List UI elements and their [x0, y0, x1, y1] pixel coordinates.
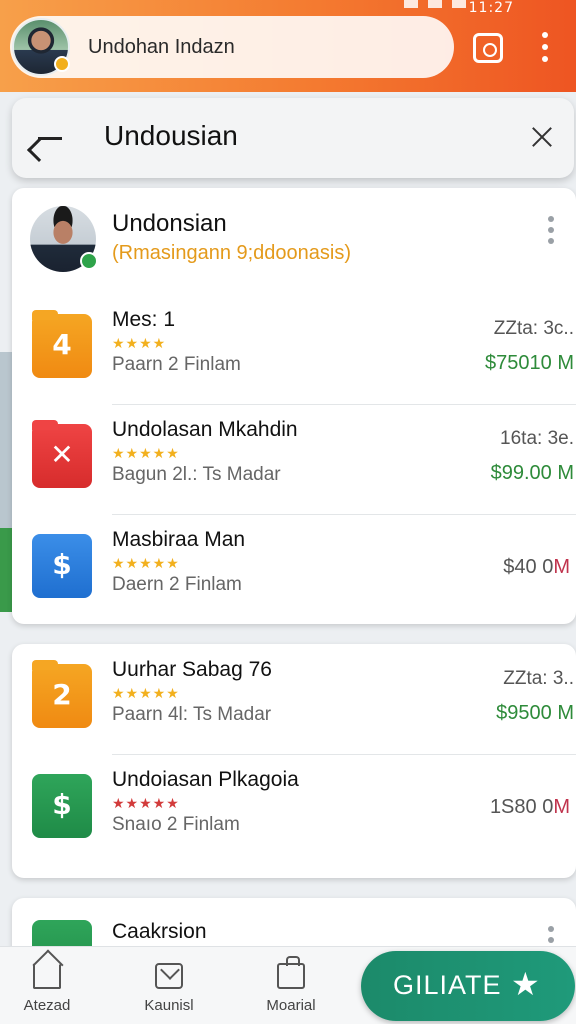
battery-icon — [452, 0, 466, 8]
avatar — [12, 18, 70, 76]
price-value: $40 0 — [503, 556, 554, 578]
folder-chart-icon: 4 — [32, 310, 92, 378]
clear-search-icon[interactable] — [529, 124, 555, 150]
home-icon — [33, 963, 61, 989]
camera-icon[interactable] — [473, 33, 503, 63]
price-value: 1S80 0 — [489, 796, 554, 818]
list-item[interactable]: $ Undoiasan Plkagoia ★★★★★ Snaıo 2 Finla… — [12, 754, 576, 864]
background-strip — [0, 352, 12, 528]
item-subtitle: Daern 2 Finlam — [112, 574, 242, 595]
money-app-icon: $ — [32, 774, 92, 838]
price-suffix: M — [553, 556, 570, 578]
status-icons — [404, 0, 466, 8]
signal-icon — [404, 0, 418, 8]
folder-chart-icon: 2 — [32, 660, 92, 728]
item-price: $40 0M — [503, 556, 570, 579]
cta-button[interactable]: GILIATE ★ — [361, 951, 575, 1021]
profile-name: Undonsian — [112, 210, 227, 237]
rating-stars-icon: ★★★★★ — [112, 556, 180, 572]
item-subtitle: Snaıo 2 Finlam — [112, 814, 240, 835]
list-item[interactable]: ✕ Undolasan Mkahdin ★★★★★ Bagun 2l.: Ts … — [12, 404, 576, 514]
item-title: Mes: 1 — [112, 308, 176, 331]
bag-icon — [277, 956, 305, 989]
cta-label: GILIATE — [393, 970, 502, 1000]
list-item[interactable]: $ Masbiraa Man ★★★★★ Daern 2 Finlam $40 … — [12, 514, 576, 624]
profile-header[interactable]: Undonsian (Rmasingann 9;ddoonasis) — [12, 188, 576, 294]
account-name: Undohan Indazn — [88, 35, 235, 58]
list-item[interactable]: 2 Uurhar Sabag 76 ★★★★★ Paarn 4l: Ts Mad… — [12, 644, 576, 754]
rating-stars-icon: ★★★★★ — [112, 796, 180, 812]
nav-label: Moarial — [266, 997, 316, 1014]
item-price: $99.00 M — [490, 462, 574, 484]
item-title: Undoiasan Plkagoia — [112, 768, 299, 791]
profile-subtitle: (Rmasingann 9;ddoonasis) — [112, 242, 352, 264]
list-item[interactable]: 4 Mes: 1 ★★★★ Paarn 2 Finlam ZZta: 3c.. … — [12, 294, 576, 404]
search-input[interactable]: Undousian — [104, 120, 238, 152]
item-meta: 16ta: 3e. — [500, 428, 574, 449]
wifi-icon — [428, 0, 442, 8]
item-price: $75010 M — [485, 352, 574, 374]
item-price: $9500 M — [496, 702, 574, 724]
item-meta: ZZta: 3c.. — [493, 318, 574, 339]
search-bar[interactable]: Undousian — [12, 98, 574, 178]
item-title: Caakrsion — [112, 920, 207, 943]
price-suffix: M — [553, 796, 570, 818]
account-switcher[interactable]: Undohan Indazn — [10, 16, 454, 78]
results-card: Undonsian (Rmasingann 9;ddoonasis) 4 Mes… — [12, 188, 576, 624]
rating-stars-icon: ★★★★★ — [112, 446, 180, 462]
item-subtitle: Paarn 2 Finlam — [112, 354, 241, 375]
more-options-icon[interactable] — [547, 216, 555, 244]
star-icon: ★ — [511, 965, 540, 1003]
results-card: 2 Uurhar Sabag 76 ★★★★★ Paarn 4l: Ts Mad… — [12, 644, 576, 878]
item-title: Undolasan Mkahdin — [112, 418, 298, 441]
nav-item-home[interactable]: Atezad — [2, 963, 92, 1014]
back-arrow-icon[interactable] — [34, 122, 66, 154]
item-subtitle: Paarn 4l: Ts Madar — [112, 704, 272, 725]
shuffle-app-icon: ✕ — [32, 420, 92, 488]
status-time: 11:27 — [468, 0, 514, 16]
item-title: Masbiraa Man — [112, 528, 246, 551]
nav-item-bag[interactable]: Moarial — [246, 956, 336, 1014]
key-dollar-icon: $ — [32, 534, 92, 598]
item-title: Uurhar Sabag 76 — [112, 658, 272, 681]
verified-badge-icon — [80, 252, 98, 270]
nav-label: Atezad — [23, 997, 71, 1014]
item-price: 1S80 0M — [490, 796, 570, 819]
rating-stars-icon: ★★★★ — [112, 336, 167, 352]
profile-avatar — [30, 206, 98, 272]
more-options-icon[interactable] — [538, 32, 552, 64]
verified-badge-icon — [54, 56, 70, 72]
top-app-bar: 11:27 Undohan Indazn — [0, 0, 576, 92]
background-strip — [0, 528, 12, 612]
nav-item-mail[interactable]: Kaunisl — [124, 963, 214, 1014]
rating-stars-icon: ★★★★★ — [112, 686, 180, 702]
nav-label: Kaunisl — [144, 997, 194, 1014]
item-meta: ZZta: 3.. — [503, 668, 574, 689]
item-subtitle: Bagun 2l.: Ts Madar — [112, 464, 281, 485]
mail-icon — [155, 963, 183, 989]
